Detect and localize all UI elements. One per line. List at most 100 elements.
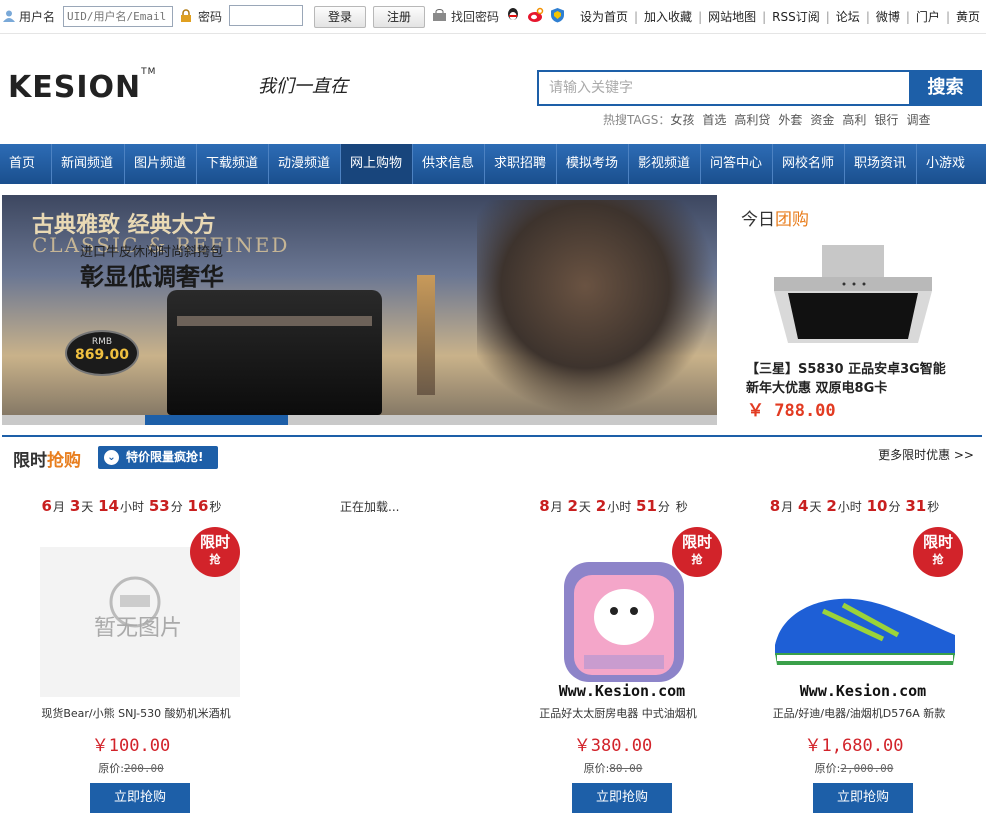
flash-sale-card: 6月 3天 14小时 53分 16秒 暂无图片 限时抢 现货Bear/小熊 SN… bbox=[20, 487, 242, 817]
slide-dot[interactable] bbox=[574, 415, 717, 425]
original-price: 原价:2,000.00 bbox=[814, 762, 894, 775]
product-price: ￥100.00 bbox=[91, 736, 171, 756]
buy-now-button[interactable]: 立即抢购 bbox=[572, 783, 672, 813]
nav-item-movies[interactable]: 影视频道 bbox=[629, 144, 701, 184]
password-input[interactable] bbox=[229, 5, 303, 26]
banner-model-image bbox=[477, 200, 717, 415]
banner-bag-image bbox=[167, 290, 382, 415]
product-price: ￥380.00 bbox=[573, 736, 653, 756]
sitemap-link[interactable]: 网站地图 bbox=[708, 10, 756, 24]
slide-dot[interactable] bbox=[288, 415, 431, 425]
nav-item-photos[interactable]: 图片频道 bbox=[125, 144, 197, 184]
nav-item-downloads[interactable]: 下载频道 bbox=[197, 144, 269, 184]
rss-link[interactable]: RSS订阅 bbox=[772, 10, 820, 24]
no-image-text: 暂无图片 bbox=[94, 616, 182, 641]
hot-tag[interactable]: 外套 bbox=[778, 113, 802, 127]
banner-skyline bbox=[417, 275, 435, 395]
nav-item-teachers[interactable]: 网校名师 bbox=[773, 144, 845, 184]
hot-tags-label: 热搜TAGS： bbox=[603, 113, 671, 127]
site-logo[interactable]: KESIONTM bbox=[8, 67, 156, 105]
slide-dot-active[interactable] bbox=[145, 415, 288, 425]
watermark-text: Www.Kesion.com bbox=[799, 682, 927, 700]
product-name[interactable]: 正品好太太厨房电器 中式油烟机 bbox=[512, 705, 724, 721]
countdown-timer: 8月 2天 2小时 51分 秒 bbox=[539, 497, 688, 515]
search-input[interactable]: 请输入关键字 bbox=[537, 70, 909, 106]
product-name[interactable]: 正品/好迪/电器/油烟机D576A 新款 bbox=[753, 705, 965, 721]
nav-item-news[interactable]: 新闻频道 bbox=[52, 144, 125, 184]
banner-price-unit: RMB bbox=[91, 337, 113, 347]
original-price: 原价:200.00 bbox=[98, 762, 164, 775]
section-divider bbox=[2, 435, 982, 437]
lock-icon bbox=[179, 9, 193, 26]
loading-text: 正在加载... bbox=[340, 500, 400, 514]
hot-tag[interactable]: 首选 bbox=[702, 113, 726, 127]
user-icon bbox=[2, 9, 16, 26]
hot-tag[interactable]: 资金 bbox=[810, 113, 834, 127]
more-flash-sales-link[interactable]: 更多限时优惠 >> bbox=[878, 446, 974, 463]
slide-dot[interactable] bbox=[2, 415, 145, 425]
hot-tag[interactable]: 高利 bbox=[842, 113, 866, 127]
limited-time-tag: 限时抢 bbox=[190, 527, 240, 577]
group-buy-title: 今日团购 bbox=[741, 210, 809, 230]
flash-sale-card: 8月 4天 2小时 10分 31秒 限时抢 Www.Kesion.com 正品/… bbox=[743, 487, 965, 817]
watermark-text: Www.Kesion.com bbox=[558, 682, 686, 700]
nav-item-supply[interactable]: 供求信息 bbox=[413, 144, 485, 184]
nav-item-games[interactable]: 小游戏 bbox=[917, 144, 975, 184]
username-label: 用户名 bbox=[19, 10, 56, 24]
group-buy-price: ￥ 788.00 bbox=[747, 401, 836, 421]
buy-now-button[interactable]: 立即抢购 bbox=[90, 783, 190, 813]
nav-item-home[interactable]: 首页 bbox=[0, 144, 52, 184]
qq-icon[interactable] bbox=[505, 7, 521, 26]
yellow-pages-link[interactable]: 黄页 bbox=[956, 10, 980, 24]
group-buy-product-name[interactable]: 【三星】S5830 正品安卓3G智能 新年大优惠 双原电8G卡 bbox=[746, 360, 961, 398]
hot-tags: 热搜TAGS：女孩 首选 高利贷 外套 资金 高利 银行 调查 bbox=[603, 111, 938, 128]
promo-banner[interactable]: 古典雅致 经典大方 CLASSIC & REFINED 进口牛皮休闲时尚斜挎包 … bbox=[2, 195, 717, 425]
set-homepage-link[interactable]: 设为首页 bbox=[580, 10, 628, 24]
username-input[interactable] bbox=[63, 6, 173, 27]
key-icon bbox=[432, 9, 447, 25]
top-bar: 用户名 密码 登录 注册 找回密码 设为首页|加入收藏|网站地图|RSS订阅|论… bbox=[0, 0, 986, 34]
countdown-timer: 6月 3天 14小时 53分 16秒 bbox=[41, 497, 222, 515]
banner-price-tag: RMB 869.00 bbox=[65, 330, 139, 376]
slide-dot[interactable] bbox=[431, 415, 574, 425]
product-name[interactable]: 现货Bear/小熊 SNJ-530 酸奶机米酒机 bbox=[30, 705, 242, 721]
forum-link[interactable]: 论坛 bbox=[836, 10, 860, 24]
main-nav: 首页 新闻频道 图片频道 下载频道 动漫频道 网上购物 供求信息 求职招聘 模拟… bbox=[0, 144, 986, 184]
login-button[interactable]: 登录 bbox=[314, 6, 366, 28]
hot-tag[interactable]: 女孩 bbox=[670, 113, 694, 127]
search-button[interactable]: 搜索 bbox=[909, 70, 982, 106]
product-price: ￥1,680.00 bbox=[804, 736, 904, 756]
banner-slogan: 彰显低调奢华 bbox=[80, 262, 224, 291]
banner-price: 869.00 bbox=[74, 347, 130, 363]
flash-sale-card: 8月 2天 2小时 51分 秒 限时抢 Www.Kesion.com 正品好太太… bbox=[502, 487, 724, 817]
chevron-down-icon: ⌄ bbox=[104, 450, 119, 465]
limited-time-tag: 限时抢 bbox=[672, 527, 722, 577]
nav-item-qa[interactable]: 问答中心 bbox=[701, 144, 773, 184]
nav-item-jobs[interactable]: 求职招聘 bbox=[485, 144, 557, 184]
weibo-link[interactable]: 微博 bbox=[876, 10, 900, 24]
password-label: 密码 bbox=[198, 10, 223, 24]
buy-now-button[interactable]: 立即抢购 bbox=[813, 783, 913, 813]
banner-slider-indicator bbox=[2, 415, 717, 425]
register-button[interactable]: 注册 bbox=[373, 6, 425, 28]
forgot-password-link[interactable]: 找回密码 bbox=[451, 8, 499, 25]
portal-link[interactable]: 门户 bbox=[916, 10, 940, 24]
shield-icon[interactable] bbox=[550, 7, 565, 26]
original-price: 原价:80.00 bbox=[583, 762, 643, 775]
nav-item-anime[interactable]: 动漫频道 bbox=[269, 144, 341, 184]
hot-tag[interactable]: 高利贷 bbox=[734, 113, 770, 127]
nav-item-shop[interactable]: 网上购物 bbox=[341, 144, 413, 184]
nav-item-exams[interactable]: 模拟考场 bbox=[557, 144, 629, 184]
top-links: 设为首页 | 加入收藏 | 网站地图 | RSS订阅 | 论坛 | 微博 | 门户 | 黄页 bbox=[579, 10, 980, 24]
flash-sale-title: 限时抢购 bbox=[13, 451, 81, 471]
add-favorite-link[interactable]: 加入收藏 bbox=[644, 10, 692, 24]
nav-item-career[interactable]: 职场资讯 bbox=[845, 144, 917, 184]
weibo-icon[interactable] bbox=[527, 7, 544, 26]
hot-tag[interactable]: 调查 bbox=[906, 113, 930, 127]
site-slogan: 我们一直在 bbox=[258, 76, 348, 97]
flash-sale-badge: ⌄ 特价限量疯抢! bbox=[98, 446, 218, 469]
countdown-timer: 8月 4天 2小时 10分 31秒 bbox=[769, 497, 940, 515]
hot-tag[interactable]: 银行 bbox=[874, 113, 898, 127]
limited-time-tag: 限时抢 bbox=[913, 527, 963, 577]
group-buy-product-image[interactable] bbox=[768, 243, 936, 363]
